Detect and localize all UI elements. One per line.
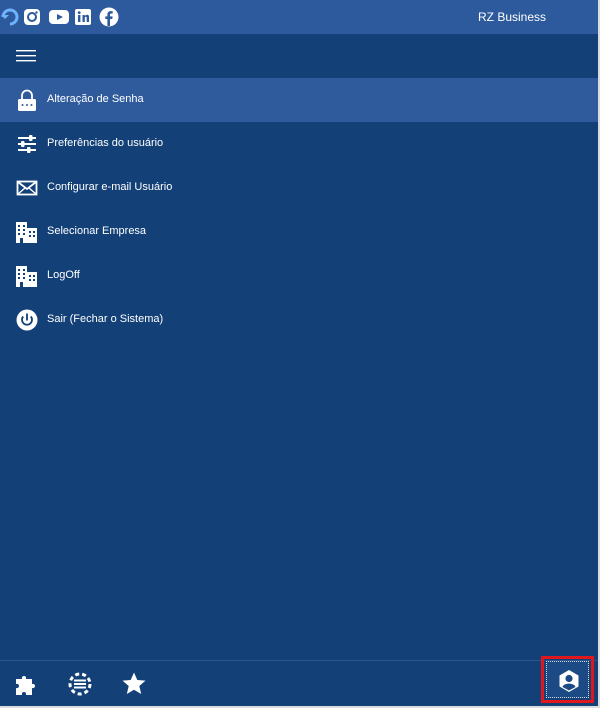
app-logo-icon [1,8,19,26]
menu-header [0,34,598,78]
facebook-icon[interactable] [99,7,119,27]
menu-item-alterar-senha[interactable]: Alteração de Senha [0,78,598,122]
app-window: RZ Business Alteração de Senha Preferênc… [0,0,600,708]
menu-item-selecionar-empresa[interactable]: Selecionar Empresa [0,210,598,254]
user-menu: Alteração de Senha Preferências do usuár… [0,78,598,342]
user-menu-button[interactable] [541,656,594,703]
puzzle-icon[interactable] [14,671,40,697]
hamburger-menu-icon[interactable] [16,48,36,64]
menu-item-label: LogOff [47,269,80,281]
building-icon [16,266,37,287]
menu-item-label: Configurar e-mail Usuário [47,181,173,193]
settings-list-icon[interactable] [67,671,93,697]
menu-item-label: Preferências do usuário [47,137,164,149]
title-bar: RZ Business [0,0,598,34]
power-icon [16,309,38,331]
sliders-icon [18,135,36,153]
menu-item-label: Selecionar Empresa [47,225,147,237]
menu-item-label: Sair (Fechar o Sistema) [47,313,164,325]
lock-icon [18,89,36,111]
menu-item-label: Alteração de Senha [47,93,144,105]
building-icon [16,222,37,243]
app-title: RZ Business [478,10,547,24]
youtube-icon[interactable] [48,8,70,26]
menu-item-logoff[interactable]: LogOff [0,254,598,298]
user-icon [559,670,579,692]
bottom-toolbar [0,656,598,707]
instagram-icon[interactable] [23,8,41,26]
menu-item-sair[interactable]: Sair (Fechar o Sistema) [0,298,598,342]
star-icon[interactable] [121,671,147,697]
linkedin-icon[interactable] [74,8,92,26]
menu-item-configurar-email[interactable]: Configurar e-mail Usuário [0,166,598,210]
mail-icon [16,180,38,196]
menu-item-preferencias[interactable]: Preferências do usuário [0,122,598,166]
